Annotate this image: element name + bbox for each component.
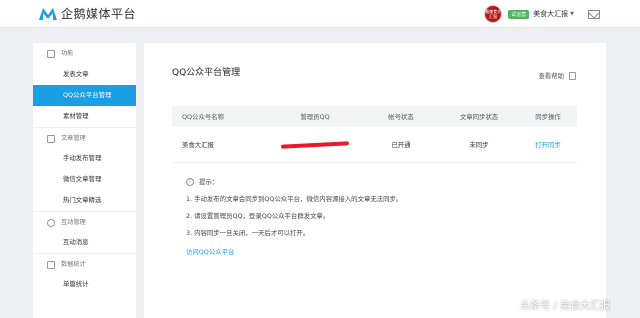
column-header: 帐号状态 <box>388 113 414 121</box>
sidebar-item-qq-platform[interactable]: QQ公众平台管理 <box>33 85 136 106</box>
tips-section: ! 提示： 1. 手动发布的文章会同步到QQ公众平台，微信内容源接入的文章无法同… <box>186 177 402 256</box>
avatar-text: 最美食大汇报 <box>485 9 502 19</box>
mail-icon[interactable] <box>588 9 600 19</box>
tip-line: 2. 请设置管理员QQ，登录QQ公众平台群发文章。 <box>186 212 330 220</box>
column-header: 同步操作 <box>535 113 561 121</box>
sidebar-item-messages[interactable]: 互动消息 <box>33 232 136 253</box>
tip-line: 1. 手动发布的文章会同步到QQ公众平台，微信内容源接入的文章无法同步。 <box>186 195 403 203</box>
logo-text: 企鹅媒体平台 <box>61 7 137 21</box>
watermark: 头条号 / 美食大汇报 <box>520 301 610 312</box>
help-doc-icon <box>569 71 576 80</box>
sidebar-group-interaction: 互动管理 <box>33 211 136 232</box>
help-link[interactable]: 查看帮助 <box>538 71 576 80</box>
account-table: QQ公众号名称 管理员QQ 帐号状态 文章同步状态 同步操作 美食大汇报 已开通… <box>172 106 577 163</box>
account-name[interactable]: 美食大汇报 <box>533 9 568 19</box>
top-bar: 企鹅媒体平台 最美食大汇报 试运营 美食大汇报 ▼ <box>0 0 640 28</box>
sidebar-item-wechat-articles[interactable]: 微信文章管理 <box>33 169 136 190</box>
document-icon <box>47 135 55 143</box>
column-header: 管理员QQ <box>300 113 330 121</box>
sidebar-item-materials[interactable]: 素材管理 <box>33 106 136 127</box>
tips-heading: ! 提示： <box>186 177 402 186</box>
function-icon <box>47 50 55 58</box>
sidebar-group-label: 互动管理 <box>61 219 86 226</box>
tip-line: 3. 内容同步一旦关闭，一天后才可以打开。 <box>186 229 310 237</box>
sync-status-cell: 未同步 <box>469 141 489 149</box>
help-label: 查看帮助 <box>538 72 564 80</box>
stats-icon <box>47 261 55 269</box>
sidebar-item-publish-article[interactable]: 发表文章 <box>33 64 136 85</box>
sidebar-group-label: 功能 <box>61 50 74 57</box>
account-name-cell: 美食大汇报 <box>182 141 214 149</box>
sidebar-group-articles: 文章管理 <box>33 127 136 148</box>
sidebar: 功能 发表文章 QQ公众平台管理 素材管理 文章管理 手动发布管理 微信文章管理… <box>33 43 136 318</box>
chat-icon <box>47 219 55 227</box>
sidebar-item-manual-publish[interactable]: 手动发布管理 <box>33 148 136 169</box>
status-badge: 试运营 <box>508 9 530 19</box>
page-title: QQ公众平台管理 <box>172 68 241 78</box>
avatar[interactable]: 最美食大汇报 <box>484 5 503 23</box>
sidebar-group-stats: 数据统计 <box>33 253 136 274</box>
column-header: QQ公众号名称 <box>182 113 225 121</box>
table-header: QQ公众号名称 管理员QQ 帐号状态 文章同步状态 同步操作 <box>172 106 577 127</box>
chevron-down-icon[interactable]: ▼ <box>570 11 574 17</box>
enable-sync-link[interactable]: 打开同步 <box>519 140 577 149</box>
sidebar-item-hot-articles[interactable]: 热门文章精选 <box>33 190 136 211</box>
account-status-cell: 已开通 <box>391 141 411 149</box>
platform-logo[interactable]: 企鹅媒体平台 <box>38 5 136 22</box>
sidebar-group-function: 功能 <box>33 43 136 64</box>
account-area: 最美食大汇报 试运营 美食大汇报 ▼ <box>484 5 600 23</box>
admin-qq-cell <box>267 140 363 149</box>
column-header: 文章同步状态 <box>459 113 499 121</box>
redaction-mark <box>280 140 350 149</box>
main-panel: QQ公众平台管理 查看帮助 QQ公众号名称 管理员QQ 帐号状态 文章同步状态 … <box>144 43 606 318</box>
logo-icon <box>39 7 57 20</box>
table-row: 美食大汇报 已开通 未同步 打开同步 <box>172 127 577 163</box>
tips-heading-text: 提示： <box>199 178 219 186</box>
sidebar-group-label: 文章管理 <box>61 135 86 142</box>
sidebar-item-single-stats[interactable]: 单篇统计 <box>33 274 136 295</box>
sidebar-group-label: 数据统计 <box>61 261 86 268</box>
info-icon: ! <box>186 177 194 186</box>
visit-qq-platform-link[interactable]: 访问QQ公众平台 <box>186 247 402 256</box>
